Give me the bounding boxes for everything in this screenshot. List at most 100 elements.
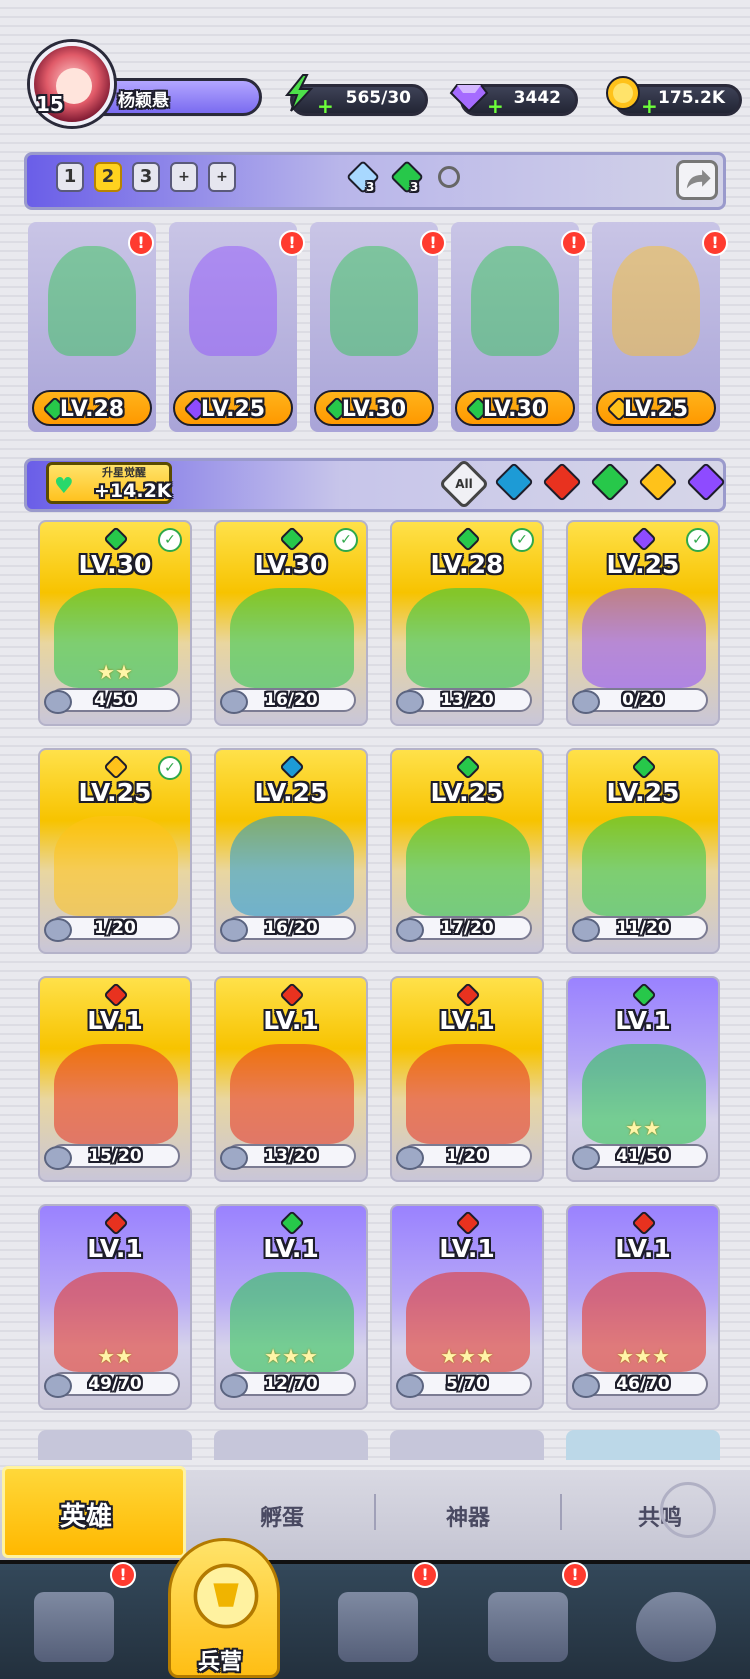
hero-portrait: [48, 246, 136, 356]
add-gems-icon[interactable]: +: [487, 96, 504, 116]
star-rating: ★★★: [440, 1344, 494, 1368]
team-count-b: 3: [410, 180, 419, 194]
fire-element-icon: [631, 1210, 657, 1236]
alert-badge: !: [702, 230, 728, 256]
team-hero-card[interactable]: LV.25: [592, 222, 720, 432]
nav-castle-icon[interactable]: [488, 1592, 568, 1662]
team-hero-card[interactable]: LV.30: [310, 222, 438, 432]
hero-card[interactable]: LV.25 ✓ 0/20: [566, 520, 720, 726]
nav-book-icon[interactable]: [338, 1592, 418, 1662]
fire-element-icon: [455, 1210, 481, 1236]
lightning-icon: [284, 74, 314, 112]
fire-element-icon: [103, 982, 129, 1008]
hero-level: LV.1: [615, 1234, 671, 1263]
team-count-a: 3: [366, 180, 375, 194]
hero-level: LV.1: [615, 1006, 671, 1035]
share-icon[interactable]: [676, 160, 718, 200]
shard-progress: 0/20: [622, 690, 664, 710]
hero-card[interactable]: LV.1 ★★★ 12/70: [214, 1204, 368, 1410]
check-icon: ✓: [158, 528, 182, 552]
hero-level: LV.1: [87, 1006, 143, 1035]
energy-counter[interactable]: + 565/30: [284, 74, 428, 116]
nav-guild-icon[interactable]: [636, 1592, 716, 1662]
hero-portrait: [406, 1044, 530, 1144]
hero-card[interactable]: LV.1 ★★★ 5/70: [390, 1204, 544, 1410]
nav-cards-icon[interactable]: [34, 1592, 114, 1662]
team-tab-3[interactable]: 3: [132, 162, 160, 192]
team-tab-2[interactable]: 2: [94, 162, 122, 192]
alert-badge: !: [279, 230, 305, 256]
check-icon: ✓: [686, 528, 710, 552]
team-tab-1[interactable]: 1: [56, 162, 84, 192]
hero-level: LV.28: [430, 550, 504, 579]
nature-element-icon: [455, 526, 481, 552]
gem-counter[interactable]: + 3442: [449, 84, 578, 116]
add-gold-icon[interactable]: +: [641, 96, 658, 116]
fire-element-icon: [279, 982, 305, 1008]
alert-badge: !: [420, 230, 446, 256]
hero-card[interactable]: LV.25 11/20: [566, 748, 720, 954]
nature-element-icon: [631, 754, 657, 780]
hero-card[interactable]: LV.1 13/20: [214, 976, 368, 1182]
hero-card[interactable]: LV.30 ✓ 16/20: [214, 520, 368, 726]
team-hero-card[interactable]: LV.30: [451, 222, 579, 432]
hero-level: LV.25: [430, 778, 504, 807]
water-element-icon: [279, 754, 305, 780]
shard-progress: 5/70: [446, 1374, 488, 1394]
hero-level: LV.25: [606, 550, 680, 579]
search-icon[interactable]: [438, 166, 460, 188]
hero-card[interactable]: LV.1 ★★★ 46/70: [566, 1204, 720, 1410]
hero-card[interactable]: LV.25 17/20: [390, 748, 544, 954]
hero-card-partial[interactable]: [390, 1430, 544, 1460]
hero-level: LV.25: [254, 778, 328, 807]
filter-all-label: All: [455, 477, 473, 491]
hero-card-partial[interactable]: [214, 1430, 368, 1460]
team-hero-card[interactable]: LV.25: [169, 222, 297, 432]
hero-card[interactable]: LV.25 ✓ 1/20: [38, 748, 192, 954]
hero-level: LV.1: [439, 1234, 495, 1263]
hero-card[interactable]: LV.1 ★★ 49/70: [38, 1204, 192, 1410]
shard-progress: 4/50: [94, 690, 136, 710]
heart-icon: ♥: [54, 474, 74, 499]
nature-element-icon: [279, 526, 305, 552]
hero-portrait: [471, 246, 559, 356]
hero-card[interactable]: LV.1 ★★ 41/50: [566, 976, 720, 1182]
shard-progress: 17/20: [440, 918, 494, 938]
gold-coin-icon: [606, 76, 640, 110]
gem-icon: [449, 84, 489, 113]
hero-card[interactable]: LV.25 16/20: [214, 748, 368, 954]
shard-progress: 46/70: [616, 1374, 670, 1394]
add-team-button-2[interactable]: +: [208, 162, 236, 192]
check-icon: ✓: [510, 528, 534, 552]
floating-action-icon[interactable]: [660, 1482, 716, 1538]
hero-level: LV.25: [606, 778, 680, 807]
star-rating: ★★: [625, 1116, 661, 1140]
tab-artifacts[interactable]: 神器: [446, 1500, 490, 1532]
hero-card[interactable]: LV.1 1/20: [390, 976, 544, 1182]
nav-barracks-label: 兵营: [198, 1650, 243, 1675]
hero-card-partial[interactable]: [566, 1430, 720, 1460]
hero-card[interactable]: LV.30 ✓ ★★ 4/50: [38, 520, 192, 726]
hero-portrait: [406, 816, 530, 916]
add-energy-icon[interactable]: +: [317, 96, 334, 116]
shard-progress: 13/20: [264, 1146, 318, 1166]
alert-badge: !: [110, 1562, 136, 1588]
alert-badge: !: [128, 230, 154, 256]
hero-card-partial[interactable]: [38, 1430, 192, 1460]
hero-portrait: [230, 588, 354, 688]
hero-portrait: [582, 588, 706, 688]
tab-hatch[interactable]: 孵蛋: [260, 1500, 304, 1532]
shard-progress: 1/20: [94, 918, 136, 938]
tab-divider: [374, 1494, 376, 1530]
alert-badge: !: [562, 1562, 588, 1588]
hero-level: LV.30: [254, 550, 328, 579]
shard-progress: 11/20: [616, 918, 670, 938]
hero-portrait: [406, 588, 530, 688]
add-team-button[interactable]: +: [170, 162, 198, 192]
shard-progress: 49/70: [88, 1374, 142, 1394]
team-hero-level: LV.28: [59, 397, 125, 422]
hero-level: LV.1: [87, 1234, 143, 1263]
hero-card[interactable]: LV.1 15/20: [38, 976, 192, 1182]
gold-counter[interactable]: + 175.2K: [606, 76, 742, 116]
hero-card[interactable]: LV.28 ✓ 13/20: [390, 520, 544, 726]
